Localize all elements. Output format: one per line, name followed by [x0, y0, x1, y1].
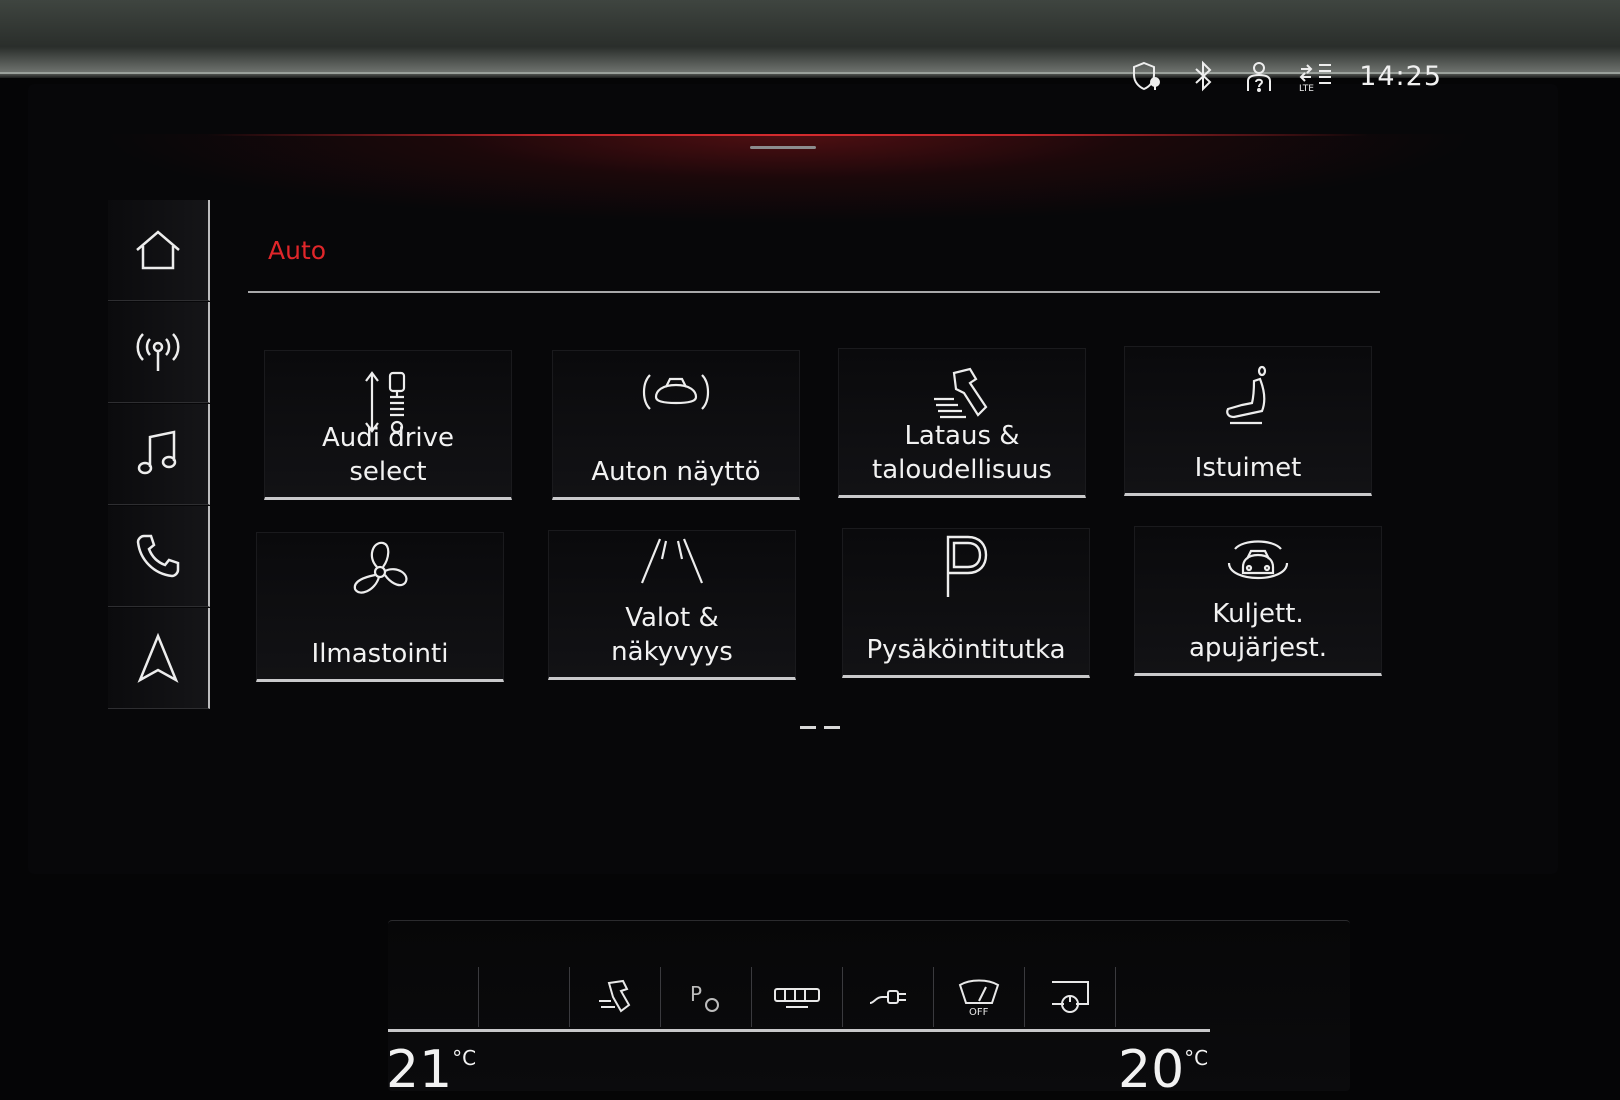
left-temp-value: 21: [386, 1040, 453, 1100]
climate-blank-button[interactable]: [1116, 967, 1206, 1027]
tile-auton-naytto[interactable]: Auton näyttö: [552, 350, 800, 500]
park-label: P: [690, 982, 702, 1006]
tile-label: Auton näyttö: [591, 457, 761, 487]
temp-unit: °C: [1184, 1046, 1209, 1070]
tile-pysakointitutka[interactable]: Pysäköintitutka: [842, 528, 1090, 678]
home-icon: [136, 230, 180, 270]
navigation-arrow-icon: [137, 632, 179, 683]
clock: 14:25: [1359, 60, 1442, 92]
tile-label: Lataus & taloudellisuus: [872, 421, 1052, 485]
drag-handle[interactable]: [750, 146, 816, 149]
right-temp-value: 20: [1118, 1040, 1185, 1100]
right-temperature[interactable]: 20°C: [1118, 1040, 1208, 1100]
drive-select-icon: [265, 369, 511, 437]
windshield-off-icon: OFF: [958, 979, 1000, 1017]
lte-signal-icon[interactable]: LTE: [1297, 58, 1333, 94]
windshield-off-button[interactable]: OFF: [934, 967, 1025, 1027]
parking-icon: [843, 533, 1089, 599]
user-help-icon[interactable]: [1241, 58, 1277, 94]
car-display-icon: [553, 369, 799, 415]
screen-power-button[interactable]: [1025, 967, 1116, 1027]
nav-rail: [108, 200, 210, 720]
tile-label: Kuljett. apujärjest.: [1189, 599, 1327, 663]
nav-phone[interactable]: [108, 506, 210, 607]
left-temperature[interactable]: 21°C: [386, 1040, 476, 1100]
tile-label: Istuimet: [1194, 453, 1302, 483]
seat-icon: [1125, 365, 1371, 431]
tile-lataus[interactable]: Lataus & taloudellisuus: [838, 348, 1086, 498]
charging-efficiency-icon: [839, 367, 1085, 427]
temp-unit: °C: [452, 1046, 477, 1070]
tile-audi-drive-select[interactable]: Audi drive select: [264, 350, 512, 500]
climate-divider: [388, 1029, 1210, 1032]
tile-label: Ilmastointi: [311, 639, 449, 669]
page-indicator[interactable]: [800, 726, 840, 729]
seat-heat-icon: [599, 979, 631, 1013]
tile-istuimet[interactable]: Istuimet: [1124, 346, 1372, 496]
page-title: Auto: [268, 236, 327, 265]
nav-navigation[interactable]: [108, 608, 210, 709]
charge-plug-button[interactable]: [843, 967, 934, 1027]
radio-antenna-icon: [136, 333, 180, 371]
lights-road-icon: [549, 535, 795, 587]
nav-media[interactable]: [108, 404, 210, 505]
power-screen-icon: [1052, 981, 1089, 1013]
park-assist-button[interactable]: P: [661, 967, 752, 1027]
tile-kuljettaja-apujarjestelmat[interactable]: Kuljett. apujärjest.: [1134, 526, 1382, 676]
tile-label: Valot & näkyvyys: [611, 603, 733, 667]
climate-blank-button[interactable]: [388, 967, 479, 1027]
climate-blank-button[interactable]: [479, 967, 570, 1027]
shield-location-icon[interactable]: [1129, 58, 1165, 94]
title-divider: [248, 291, 1380, 293]
rear-defrost-icon: [774, 988, 820, 1008]
charge-plug-icon: [869, 990, 906, 1004]
status-bar: LTE 14:25: [1129, 58, 1442, 94]
off-label: OFF: [969, 1007, 989, 1017]
driver-assist-icon: [1135, 535, 1381, 591]
tile-ilmastointi[interactable]: Ilmastointi: [256, 532, 504, 682]
tile-label: Pysäköintitutka: [866, 635, 1066, 665]
rear-defrost-button[interactable]: [752, 967, 843, 1027]
climate-button-bar: P OFF: [388, 967, 1208, 1031]
page-dot-2[interactable]: [824, 726, 840, 729]
phone-icon: [136, 534, 180, 578]
tile-valot[interactable]: Valot & näkyvyys: [548, 530, 796, 680]
bluetooth-icon[interactable]: [1185, 58, 1221, 94]
seat-heat-button[interactable]: [570, 967, 661, 1027]
park-assist-icon: P: [690, 982, 719, 1012]
lte-label: LTE: [1299, 84, 1314, 93]
nav-home[interactable]: [108, 200, 210, 301]
fan-icon: [257, 537, 503, 607]
page-dot-1[interactable]: [800, 726, 816, 729]
music-note-icon: [137, 430, 177, 475]
nav-radio[interactable]: [108, 302, 210, 403]
